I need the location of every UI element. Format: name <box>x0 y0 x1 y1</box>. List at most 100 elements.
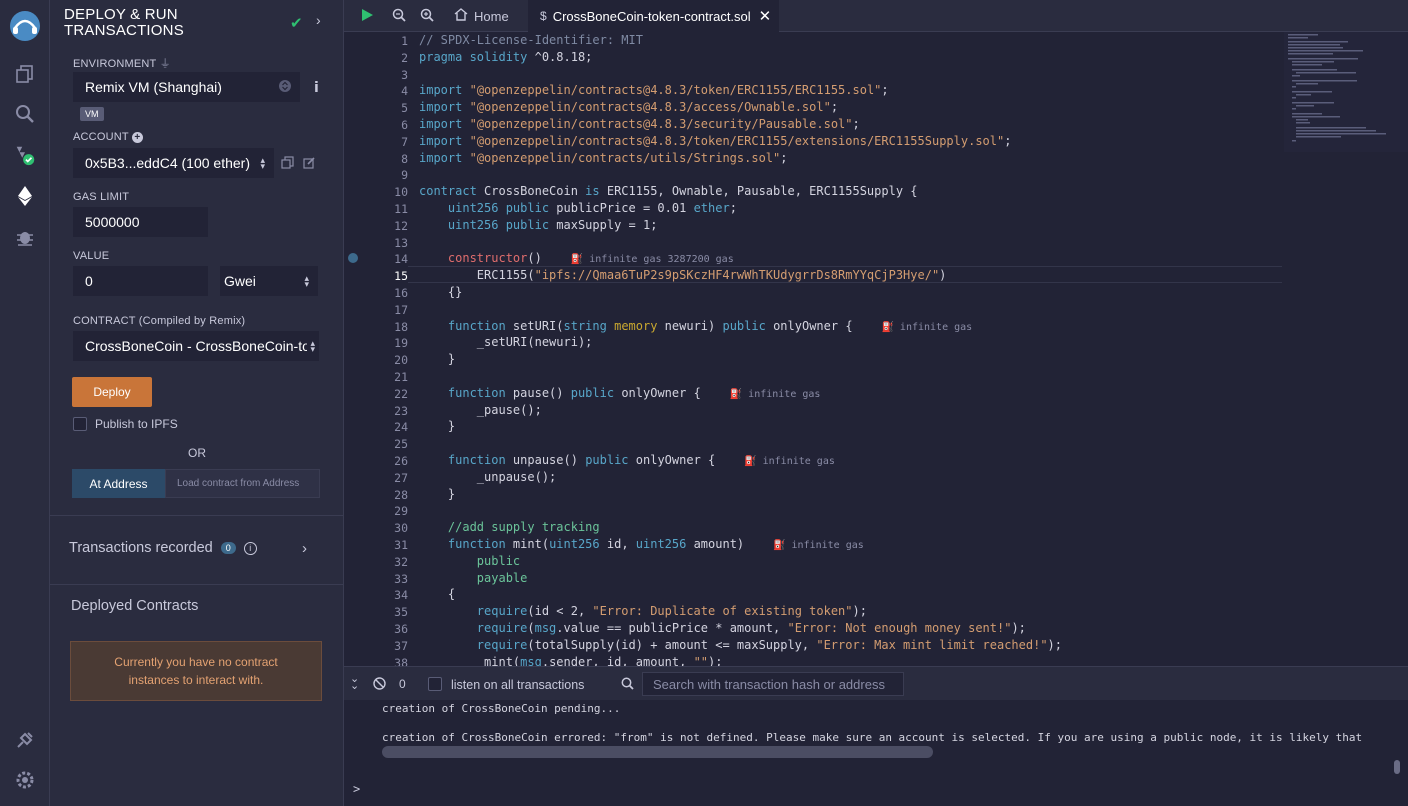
info-icon[interactable]: i <box>243 541 257 555</box>
gas-limit-input[interactable]: 5000000 <box>72 206 209 238</box>
select-caret-icon: ▴ ▾ <box>310 338 315 354</box>
line-number: 11 <box>394 202 408 216</box>
divider <box>50 515 344 516</box>
line-number: 1 <box>401 34 408 48</box>
gas-estimate-hint: ⛽ infinite gas <box>744 456 835 467</box>
plus-circle-icon[interactable]: + <box>131 132 143 143</box>
horizontal-scrollbar[interactable] <box>382 746 933 758</box>
transaction-search-input[interactable]: Search with transaction hash or address <box>642 672 904 696</box>
code-line: } <box>419 419 456 434</box>
vm-badge: VM <box>80 107 104 121</box>
settings-gear-icon[interactable] <box>13 768 37 792</box>
contract-select[interactable]: CrossBoneCoin - CrossBoneCoin-token ▴▾ <box>72 330 320 362</box>
code-line: //add supply tracking <box>447 520 600 535</box>
transactions-recorded-row[interactable]: Transactions recorded 0 i <box>69 540 257 556</box>
code-minimap[interactable] <box>1284 32 1408 152</box>
account-select[interactable]: 0x5B3...eddC4 (100 ether) ▴ ▾ <box>72 147 275 179</box>
solidity-compiler-icon[interactable] <box>13 143 37 167</box>
code-editor[interactable]: 1 2 3 4 5 6 7 8 9 10 11 12 13 14 15 16 17 18 19 20 21 22 23 24 2… <box>344 32 1408 666</box>
publish-ipfs-label: Publish to IPFS <box>95 417 178 431</box>
tab-contract-file[interactable]: $ CrossBoneCoin-token-contract.sol ✕ <box>528 0 780 32</box>
run-script-icon[interactable] <box>360 8 374 27</box>
gas-limit-label: GAS LIMIT <box>73 191 130 203</box>
deploy-button[interactable]: Deploy <box>72 377 152 407</box>
pending-tx-count: 0 <box>399 677 406 691</box>
terminal-output[interactable]: creation of CrossBoneCoin pending... cre… <box>344 700 1408 806</box>
line-number: 7 <box>401 134 408 149</box>
zoom-out-icon[interactable] <box>392 8 406 27</box>
file-explorer-icon[interactable] <box>13 62 37 86</box>
code-line: contract CrossBoneCoin is ERC1155, Ownab… <box>419 184 918 199</box>
value-input[interactable]: 0 <box>72 265 209 297</box>
no-instances-alert: Currently you have no contract instances… <box>70 641 322 701</box>
contract-label: CONTRACT (Compiled by Remix) <box>73 315 246 327</box>
line-number: 9 <box>401 168 408 183</box>
value-unit-select[interactable]: Gwei ▴ ▾ <box>219 265 319 297</box>
deployed-contracts-label: Deployed Contracts <box>71 598 199 614</box>
chevron-right-icon[interactable]: › <box>316 12 321 28</box>
zoom-in-icon[interactable] <box>420 8 434 27</box>
publish-ipfs-checkbox[interactable] <box>73 417 87 431</box>
editor-tab-bar: Home $ CrossBoneCoin-token-contract.sol … <box>344 0 1408 32</box>
code-line: _mint(msg.sender, id, amount, ""); <box>419 654 723 666</box>
debugger-icon[interactable] <box>13 225 37 249</box>
tab-home[interactable]: Home <box>452 0 521 32</box>
plugin-manager-icon[interactable] <box>13 728 37 752</box>
code-line: function pause() public onlyOwner { ⛽ in… <box>447 385 821 400</box>
line-number: 13 <box>394 235 408 250</box>
or-label: OR <box>188 446 206 460</box>
line-number: 33 <box>394 571 408 586</box>
line-number: 32 <box>394 554 408 569</box>
line-number: 15 <box>394 269 408 284</box>
line-number: 2 <box>401 50 408 65</box>
chevron-right-icon[interactable]: › <box>302 540 307 557</box>
vertical-scrollbar[interactable] <box>1394 760 1400 774</box>
deploy-run-icon[interactable] <box>13 184 37 208</box>
info-icon[interactable]: ⅰ <box>314 79 319 96</box>
line-number: 29 <box>394 504 408 519</box>
environment-select[interactable]: Remix VM (Shanghai) <box>72 71 301 103</box>
line-number: 5 <box>401 101 408 116</box>
code-line: payable <box>476 570 528 585</box>
edit-icon[interactable] <box>303 156 316 174</box>
load-address-input[interactable]: Load contract from Address <box>165 469 320 498</box>
at-address-button[interactable]: At Address <box>72 469 165 498</box>
close-icon[interactable]: ✕ <box>759 7 772 25</box>
listen-all-label: listen on all transactions <box>451 678 585 692</box>
code-line: { <box>419 587 456 602</box>
code-line: uint256 public publicPrice = 0.01 ether; <box>447 201 737 215</box>
clear-console-icon[interactable] <box>373 677 386 695</box>
code-line: import "@openzeppelin/contracts@4.8.3/to… <box>419 83 889 98</box>
line-number: 16 <box>394 286 408 300</box>
select-caret-icon: ▴ ▾ <box>304 273 309 289</box>
code-line: constructor() ⛽ infinite gas 3287200 gas <box>447 251 734 266</box>
gas-estimate-hint: ⛽ infinite gas <box>773 540 864 551</box>
collapse-terminal-icon[interactable]: ⌄ ⌄ <box>350 674 359 692</box>
line-number: 21 <box>394 370 408 384</box>
select-caret-icon: ▴ ▾ <box>260 155 265 171</box>
terminal-prompt[interactable]: > <box>353 782 360 796</box>
line-number: 23 <box>394 403 408 418</box>
search-icon[interactable] <box>13 102 37 126</box>
code-line: _unpause(); <box>419 469 557 484</box>
line-number: 31 <box>394 538 408 552</box>
copy-icon[interactable] <box>281 156 294 174</box>
line-number: 24 <box>394 420 408 435</box>
panel-title: DEPLOY & RUN TRANSACTIONS <box>64 6 184 39</box>
line-number: 27 <box>394 470 408 485</box>
line-number: 26 <box>394 454 408 468</box>
select-caret-icon <box>279 79 291 95</box>
listen-all-checkbox[interactable] <box>428 677 442 691</box>
line-number: 38 <box>394 655 408 666</box>
code-line: import "@openzeppelin/contracts@4.8.3/se… <box>419 117 860 131</box>
solidity-file-icon: $ <box>540 9 547 23</box>
gas-estimate-hint: ⛽ infinite gas <box>729 388 821 400</box>
remix-logo-icon[interactable] <box>7 8 43 44</box>
code-line: } <box>419 486 456 501</box>
line-number: 35 <box>394 605 408 620</box>
line-number: 34 <box>394 588 408 603</box>
code-line: function setURI(string memory newuri) pu… <box>447 318 973 333</box>
line-number: 17 <box>394 302 408 317</box>
environment-label: ENVIRONMENT ⏚ <box>73 58 171 70</box>
code-line: uint256 public maxSupply = 1; <box>447 217 658 232</box>
